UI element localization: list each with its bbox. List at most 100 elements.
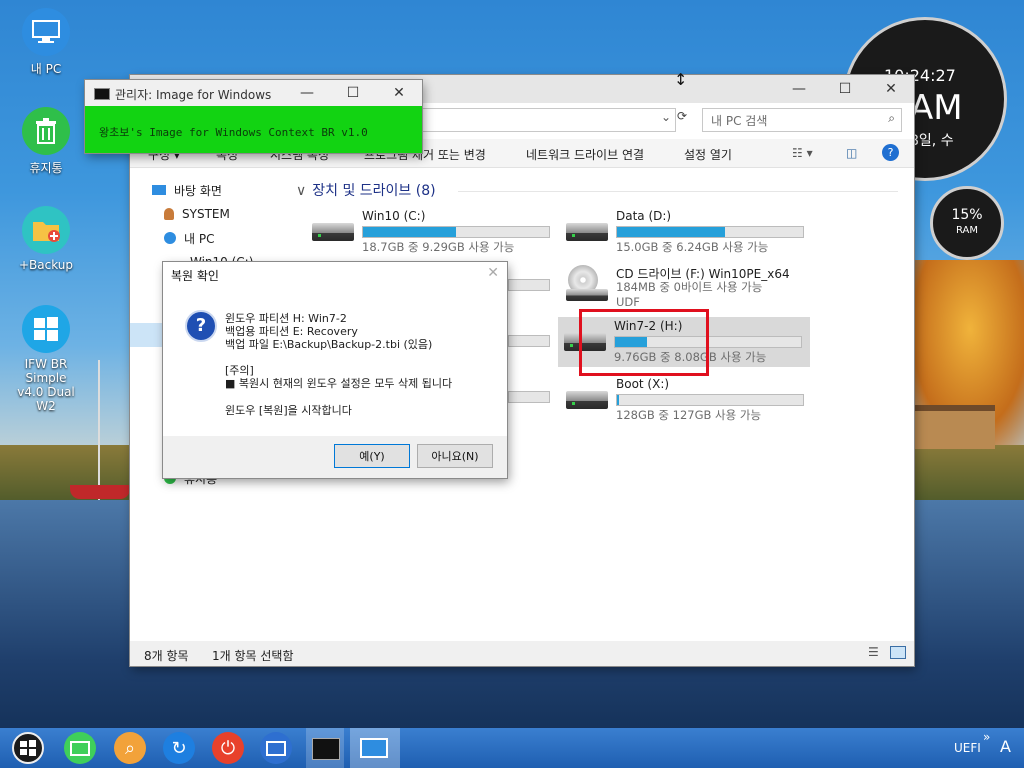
search-box[interactable]: 내 PC 검색 ⌕ xyxy=(702,108,902,132)
hard-drive-icon xyxy=(566,391,608,409)
user-icon xyxy=(164,208,174,220)
clock-ampm: AM xyxy=(910,88,963,128)
details-view-icon[interactable]: ☰ xyxy=(868,645,879,659)
console-app-icon xyxy=(94,88,110,100)
dialog-titlebar[interactable]: 복원 확인 ✕ xyxy=(163,262,507,287)
desktop-icon-label: +Backup xyxy=(18,258,74,272)
taskbar-console[interactable] xyxy=(306,728,344,768)
dialog-line: ■ 복원시 현재의 윈도우 설정은 모두 삭제 됩니다 xyxy=(225,377,453,390)
clock-date: 8일, 수 xyxy=(910,133,954,149)
group-header[interactable]: ∨ 장치 및 드라이브 (8) xyxy=(296,180,436,200)
window-icon xyxy=(360,738,388,758)
nav-item-system[interactable]: SYSTEM xyxy=(164,203,230,225)
search-icon: ⌕ xyxy=(888,111,895,125)
close-button[interactable]: ✕ xyxy=(868,75,914,103)
lakeside-house xyxy=(915,405,995,449)
ribbon-map-network-drive[interactable]: 네트워크 드라이브 연결 xyxy=(526,146,644,163)
drive-win10-c[interactable]: Win10 (C:) 18.7GB 중 9.29GB 사용 가능 xyxy=(306,207,556,257)
help-icon[interactable]: ? xyxy=(882,144,899,161)
close-button[interactable]: ✕ xyxy=(487,265,499,281)
start-button[interactable] xyxy=(12,732,44,764)
search-placeholder: 내 PC 검색 xyxy=(711,114,768,128)
dialog-title: 복원 확인 xyxy=(171,269,219,283)
hidden-drive-bar xyxy=(508,335,550,347)
taskbar-explorer-active[interactable] xyxy=(350,728,400,768)
capacity-fill xyxy=(617,395,619,405)
hard-drive-icon xyxy=(312,223,354,241)
desktop-icon-my-pc[interactable]: 내 PC xyxy=(6,8,86,77)
desktop-icon-backup[interactable]: +Backup xyxy=(6,206,86,272)
desktop-icon-recycle-bin[interactable]: 휴지통 xyxy=(6,107,86,176)
monitor-icon xyxy=(70,740,90,756)
taskbar-explorer[interactable] xyxy=(260,732,292,764)
desktop-folder-icon xyxy=(152,185,166,195)
preview-pane-icon[interactable]: ◫ xyxy=(846,146,857,160)
maximize-button[interactable]: ☐ xyxy=(330,80,376,106)
capacity-fill xyxy=(363,227,456,237)
drive-data-d[interactable]: Data (D:) 15.0GB 중 6.24GB 사용 가능 xyxy=(560,207,810,257)
recycle-bin-icon xyxy=(36,118,56,144)
console-window: 관리자: Image for Windows — ☐ ✕ 왕초보's Image… xyxy=(85,80,422,153)
resize-cursor-icon: ↕ xyxy=(674,70,688,89)
restore-confirm-dialog: 복원 확인 ✕ ? 윈도우 파티션 H: Win7-2 백업용 파티션 E: R… xyxy=(163,262,507,478)
input-language-indicator[interactable]: A xyxy=(1000,737,1011,756)
refresh-icon: ↻ xyxy=(171,737,187,759)
maximize-button[interactable]: ☐ xyxy=(822,75,868,103)
taskbar-search[interactable]: ⌕ xyxy=(114,732,146,764)
highlight-box xyxy=(579,309,709,376)
tray-overflow-icon[interactable]: » xyxy=(983,730,990,744)
status-bar: 8개 항목 1개 항목 선택함 ☰ xyxy=(130,641,914,666)
nav-item-this-pc[interactable]: 내 PC xyxy=(164,227,214,249)
address-bar[interactable]: ⌄ xyxy=(420,108,676,132)
minimize-button[interactable]: — xyxy=(776,75,822,103)
hard-drive-icon xyxy=(566,223,608,241)
monitor-icon xyxy=(32,20,60,43)
console-app-icon xyxy=(312,738,340,760)
taskbar: ⌕ ↻ ⏻ UEFI » A xyxy=(0,728,1024,768)
hidden-drive-bar xyxy=(508,391,550,403)
nav-item-desktop[interactable]: 바탕 화면 xyxy=(152,179,222,201)
chevron-down-icon[interactable]: ⌄ xyxy=(661,110,671,124)
capacity-fill xyxy=(617,227,725,237)
ribbon-open-settings[interactable]: 설정 열기 xyxy=(684,146,732,163)
view-options-icon[interactable]: ☷ ▾ xyxy=(792,146,813,160)
dialog-body: ? 윈도우 파티션 H: Win7-2 백업용 파티션 E: Recovery … xyxy=(163,286,507,436)
desktop-icon-ifw-br-simple[interactable]: IFW BR Simple v4.0 Dual W2 xyxy=(6,305,86,413)
uefi-label: UEFI xyxy=(954,741,981,755)
ram-percent: 15% xyxy=(951,207,983,223)
dialog-line: 백업 파일 E:\Backup\Backup-2.tbi (있음) xyxy=(225,338,433,351)
desktop-icon-label: 휴지통 xyxy=(29,161,63,175)
chevron-down-icon: ∨ xyxy=(296,183,307,199)
this-pc-icon xyxy=(164,232,176,244)
dialog-line: 윈도우 [복원]을 시작합니다 xyxy=(225,404,352,417)
close-button[interactable]: ✕ xyxy=(376,80,422,106)
ram-label: RAM xyxy=(955,225,978,236)
taskbar-this-pc[interactable] xyxy=(64,732,96,764)
minimize-button[interactable]: — xyxy=(284,80,330,106)
folder-plus-icon xyxy=(33,222,60,242)
taskbar-refresh[interactable]: ↻ xyxy=(163,732,195,764)
hidden-drive-bar xyxy=(508,279,550,291)
windows-logo-icon xyxy=(20,740,36,756)
windows-logo-icon xyxy=(34,317,58,341)
capacity-bar xyxy=(362,226,550,238)
status-selected-count: 1개 항목 선택함 xyxy=(212,649,294,663)
refresh-button[interactable]: ⟳ xyxy=(672,109,692,129)
drive-boot-x[interactable]: Boot (X:) 128GB 중 127GB 사용 가능 xyxy=(560,375,810,425)
capacity-bar xyxy=(616,394,804,406)
large-icons-view-icon[interactable] xyxy=(890,646,906,659)
no-button[interactable]: 아니요(N) xyxy=(417,444,493,468)
status-item-count: 8개 항목 xyxy=(144,649,189,663)
desktop-icon-label: 내 PC xyxy=(30,62,62,76)
optical-drive-body-icon xyxy=(566,289,608,301)
group-divider xyxy=(458,191,898,192)
magnifier-icon: ⌕ xyxy=(124,737,136,759)
monitor-icon xyxy=(266,740,286,756)
console-titlebar[interactable]: 관리자: Image for Windows — ☐ ✕ xyxy=(85,80,422,106)
ram-widget: 15% RAM xyxy=(930,186,1004,260)
yes-button[interactable]: 예(Y) xyxy=(334,444,410,468)
taskbar-power[interactable]: ⏻ xyxy=(212,732,244,764)
power-icon: ⏻ xyxy=(220,737,236,759)
capacity-bar xyxy=(616,226,804,238)
desktop-icon-label: IFW BR Simple xyxy=(24,357,68,385)
